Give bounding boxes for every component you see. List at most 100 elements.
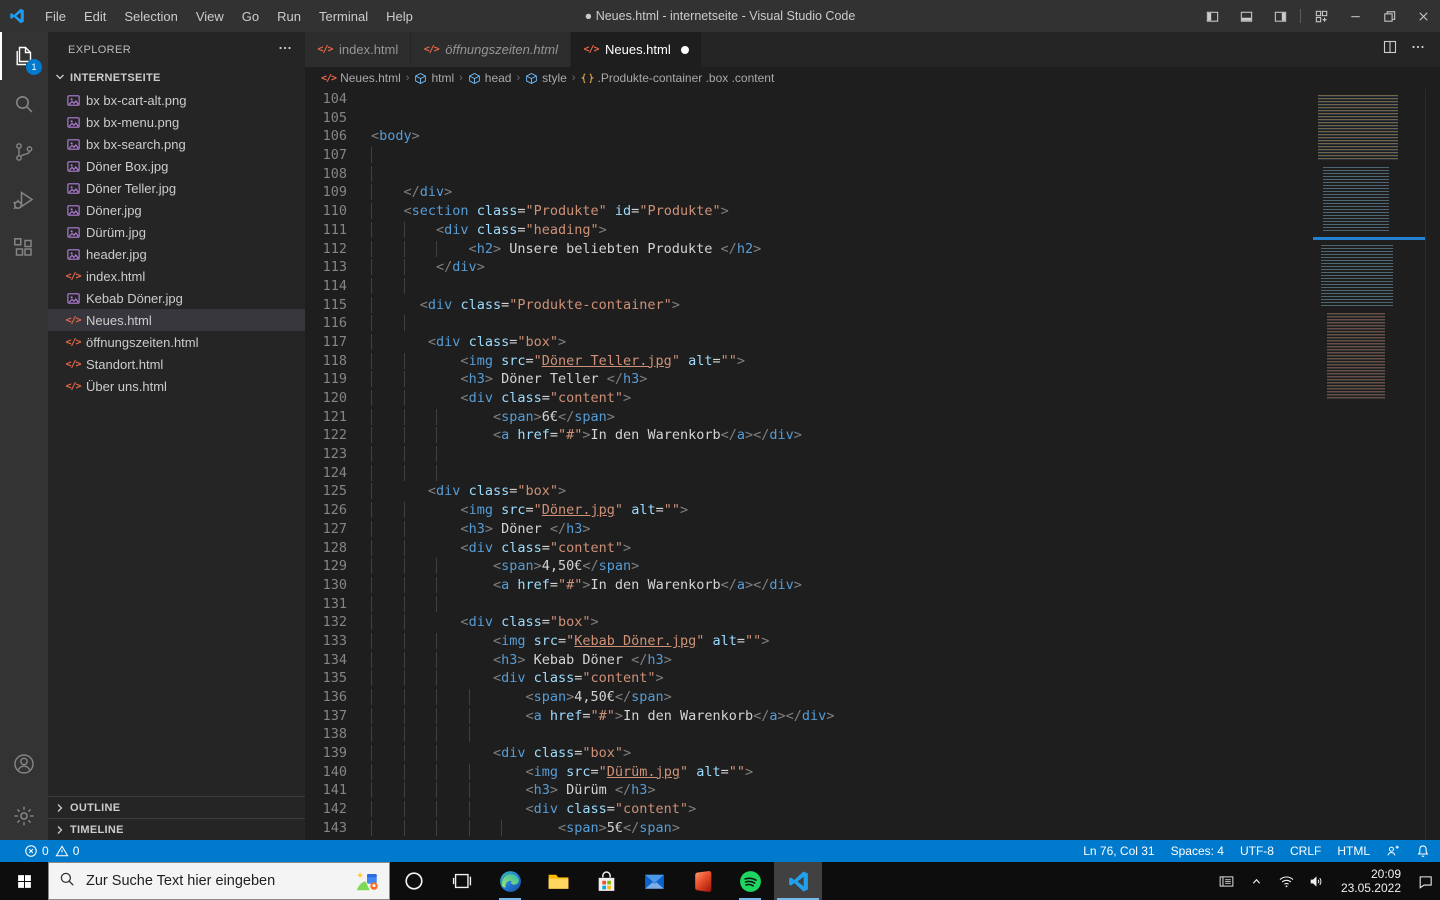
restore-button[interactable] [1372,0,1406,32]
activity-source-control[interactable] [0,128,48,176]
menu-edit[interactable]: Edit [75,0,115,32]
code-line-134[interactable]: 134 <h3> Kebab Döner </h3> [305,651,1440,670]
file-bx bx-menu.png[interactable]: bx bx-menu.png [48,111,305,133]
search-highlights-icon[interactable] [354,868,380,894]
explorer-more-actions-icon[interactable] [277,40,293,59]
taskbar-app-vscode[interactable] [774,862,822,900]
tab-index.html[interactable]: </> index.html [305,32,412,67]
code-editor[interactable]: 104 105 106 <body> 107 108 109 </div> 110 <se… [305,89,1440,840]
breadcrumb-.Produkte-container-.box-.content[interactable]: .Produkte-container .box .content [580,71,774,85]
status-cursor-position[interactable]: Ln 76, Col 31 [1083,844,1154,858]
taskbar-app-store[interactable] [582,862,630,900]
code-line-114[interactable]: 114 [305,277,1440,296]
code-line-129[interactable]: 129 <span>4,50€</span> [305,557,1440,576]
status-warnings[interactable]: 0 [55,844,79,858]
status-encoding[interactable]: UTF-8 [1240,844,1274,858]
tray-volume[interactable] [1302,862,1332,900]
code-line-119[interactable]: 119 <h3> Döner Teller </h3> [305,370,1440,389]
close-button[interactable] [1406,0,1440,32]
code-line-115[interactable]: 115 <div class="Produkte-container"> [305,296,1440,315]
activity-explorer[interactable]: 1 [0,32,48,80]
code-line-131[interactable]: 131 [305,595,1440,614]
section-timeline[interactable]: TIMELINE [48,818,305,840]
tab-öffnungszeiten.html[interactable]: </> öffnungszeiten.html [411,32,571,67]
file-Dürüm.jpg[interactable]: Dürüm.jpg [48,221,305,243]
menu-terminal[interactable]: Terminal [310,0,377,32]
section-outline[interactable]: OUTLINE [48,796,305,818]
status-notifications[interactable] [1416,844,1430,858]
taskbar-app-file-explorer[interactable] [534,862,582,900]
taskbar-app-spotify[interactable] [726,862,774,900]
breadcrumb-style[interactable]: style [525,71,567,85]
activity-extensions[interactable] [0,224,48,272]
tray-network[interactable] [1272,862,1302,900]
code-line-121[interactable]: 121 <span>6€</span> [305,408,1440,427]
taskbar-search[interactable]: Zur Suche Text hier eingeben [48,862,390,900]
file-Über uns.html[interactable]: </> Über uns.html [48,375,305,397]
code-line-128[interactable]: 128 <div class="content"> [305,539,1440,558]
taskbar-app-office[interactable] [678,862,726,900]
code-line-116[interactable]: 116 [305,314,1440,333]
file-bx bx-search.png[interactable]: bx bx-search.png [48,133,305,155]
taskbar-app-edge[interactable] [486,862,534,900]
code-line-139[interactable]: 139 <div class="box"> [305,744,1440,763]
tab-Neues.html[interactable]: </> Neues.html [570,32,702,67]
menu-run[interactable]: Run [268,0,310,32]
code-line-109[interactable]: 109 </div> [305,183,1440,202]
editor-scrollbar[interactable] [1425,89,1440,840]
menu-help[interactable]: Help [377,0,422,32]
code-line-117[interactable]: 117 <div class="box"> [305,333,1440,352]
layout-panel-button[interactable] [1229,0,1263,32]
code-line-112[interactable]: 112 <h2> Unsere beliebten Produkte </h2> [305,240,1440,259]
layout-sidebar-left-button[interactable] [1195,0,1229,32]
code-line-127[interactable]: 127 <h3> Döner </h3> [305,520,1440,539]
code-line-122[interactable]: 122 <a href="#">In den Warenkorb</a></di… [305,426,1440,445]
code-line-120[interactable]: 120 <div class="content"> [305,389,1440,408]
code-line-132[interactable]: 132 <div class="box"> [305,613,1440,632]
taskbar-clock[interactable]: 20:09 23.05.2022 [1341,867,1401,895]
tray-touch-keyboard[interactable] [1212,862,1242,900]
start-button[interactable] [0,862,48,900]
code-line-110[interactable]: 110 <section class="Produkte" id="Produk… [305,202,1440,221]
file-header.jpg[interactable]: header.jpg [48,243,305,265]
minimize-button[interactable] [1338,0,1372,32]
menu-view[interactable]: View [187,0,233,32]
customize-layout-button[interactable] [1304,0,1338,32]
code-line-138[interactable]: 138 [305,725,1440,744]
code-line-108[interactable]: 108 [305,165,1440,184]
code-line-125[interactable]: 125 <div class="box"> [305,482,1440,501]
file-Neues.html[interactable]: </> Neues.html [48,309,305,331]
menu-file[interactable]: File [36,0,75,32]
code-line-135[interactable]: 135 <div class="content"> [305,669,1440,688]
file-öffnungszeiten.html[interactable]: </> öffnungszeiten.html [48,331,305,353]
code-line-104[interactable]: 104 [305,90,1440,109]
code-line-142[interactable]: 142 <div class="content"> [305,800,1440,819]
code-line-133[interactable]: 133 <img src="Kebab Döner.jpg" alt=""> [305,632,1440,651]
file-Döner Teller.jpg[interactable]: Döner Teller.jpg [48,177,305,199]
status-language-mode[interactable]: HTML [1337,844,1370,858]
folder-internetseite[interactable]: INTERNETSEITE [48,67,305,89]
task-view-button[interactable] [438,862,486,900]
action-center-icon[interactable] [1410,862,1440,900]
file-bx bx-cart-alt.png[interactable]: bx bx-cart-alt.png [48,89,305,111]
breadcrumb-Neues.html[interactable]: </> Neues.html [321,71,401,85]
menu-selection[interactable]: Selection [115,0,186,32]
code-line-126[interactable]: 126 <img src="Döner.jpg" alt=""> [305,501,1440,520]
status-feedback[interactable] [1386,844,1400,858]
taskbar-app-mail[interactable] [630,862,678,900]
status-errors[interactable]: 0 [24,844,49,858]
split-editor-button[interactable] [1382,39,1398,60]
status-eol[interactable]: CRLF [1290,844,1321,858]
unsaved-dot-icon[interactable] [680,45,689,54]
code-line-123[interactable]: 123 [305,445,1440,464]
code-line-113[interactable]: 113 </div> [305,258,1440,277]
code-line-111[interactable]: 111 <div class="heading"> [305,221,1440,240]
status-indentation[interactable]: Spaces: 4 [1171,844,1224,858]
menu-go[interactable]: Go [233,0,268,32]
code-line-137[interactable]: 137 <a href="#">In den Warenkorb</a></di… [305,707,1440,726]
file-Döner Box.jpg[interactable]: Döner Box.jpg [48,155,305,177]
tray-tray-expand[interactable] [1242,862,1272,900]
minimap[interactable] [1313,89,1425,840]
activity-run-debug[interactable] [0,176,48,224]
code-line-140[interactable]: 140 <img src="Dürüm.jpg" alt=""> [305,763,1440,782]
